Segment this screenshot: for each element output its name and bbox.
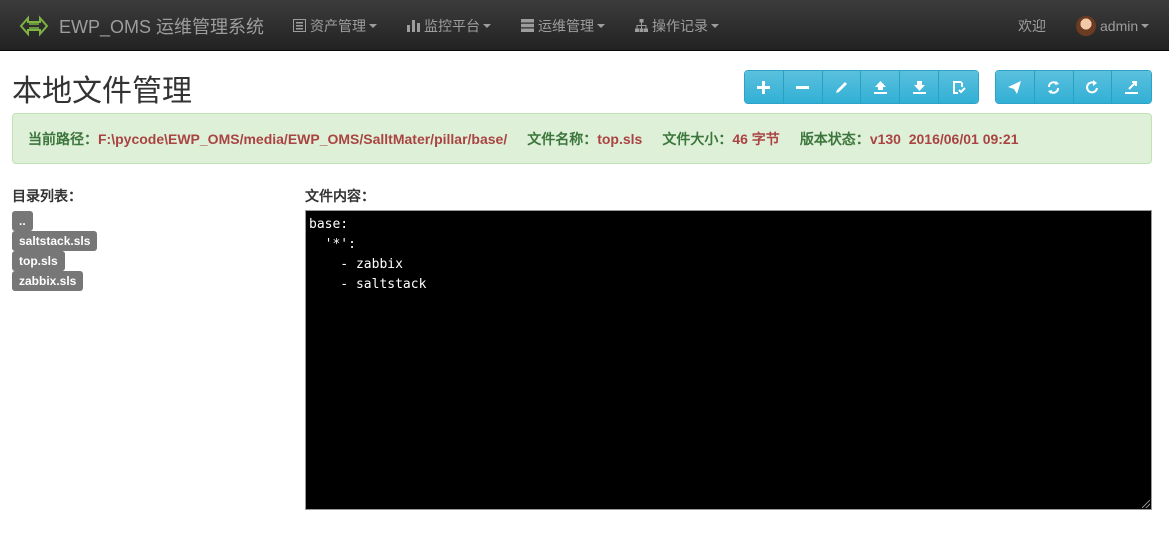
bar-chart-icon	[407, 20, 420, 32]
menu-assets-label: 资产管理	[310, 17, 366, 34]
code-line: '*':	[309, 237, 356, 252]
code-line: - saltstack	[309, 277, 427, 292]
send-icon	[1008, 80, 1022, 94]
menu-logs[interactable]: 操作记录	[635, 0, 719, 51]
file-action-toolbar	[744, 70, 979, 104]
code-line: - zabbix	[309, 257, 403, 272]
chevron-down-icon	[1141, 23, 1150, 28]
save-file-button[interactable]	[939, 71, 978, 103]
menu-logs-label: 操作记录	[652, 17, 708, 34]
file-content-title: 文件内容：	[305, 188, 375, 204]
edit-file-button[interactable]	[822, 71, 862, 103]
export-button[interactable]	[1112, 71, 1151, 103]
sync-icon	[1048, 80, 1060, 94]
chevron-down-icon	[597, 23, 605, 28]
chevron-down-icon	[483, 23, 491, 28]
dir-item-zabbix[interactable]: zabbix.sls	[12, 271, 84, 291]
menu-monitor[interactable]: 监控平台	[407, 0, 491, 51]
dir-item-top[interactable]: top.sls	[12, 251, 65, 271]
version-label: 版本状态：	[799, 130, 870, 147]
dir-list: .. saltstack.sls top.sls zabbix.sls	[12, 211, 98, 291]
welcome-text: 欢迎	[1018, 0, 1046, 51]
path-value: F:\pycode\EWP_OMS/media/EWP_OMS/SalltMat…	[98, 130, 508, 147]
size-label: 文件大小：	[662, 130, 733, 147]
logo-icon	[19, 14, 49, 37]
menu-ops-label: 运维管理	[538, 17, 594, 34]
file-content-editor[interactable]: base: '*': - zabbix - saltstack	[305, 210, 1152, 510]
welcome-label: 欢迎	[1018, 17, 1046, 34]
menu-ops[interactable]: 运维管理	[521, 0, 605, 51]
file-info-bar: 当前路径： F:\pycode\EWP_OMS/media/EWP_OMS/Sa…	[12, 113, 1152, 164]
send-button[interactable]	[996, 71, 1035, 103]
brand-title: EWP_OMS 运维管理系统	[59, 16, 265, 37]
code-line: base:	[309, 217, 349, 232]
top-navbar: EWP_OMS 运维管理系统 资产管理 监控平台 运维管理 操作记录 欢迎 ad…	[0, 0, 1169, 51]
refresh-icon	[1085, 79, 1098, 93]
sync-button[interactable]	[1034, 71, 1074, 103]
pencil-icon	[836, 81, 848, 93]
menu-monitor-label: 监控平台	[424, 17, 480, 34]
upload-icon	[873, 80, 887, 94]
page-title: 本地文件管理	[12, 75, 192, 108]
download-file-button[interactable]	[900, 71, 940, 103]
download-icon	[912, 80, 926, 94]
save-check-icon	[953, 80, 966, 94]
upload-file-button[interactable]	[861, 71, 901, 103]
delete-file-button[interactable]	[783, 71, 823, 103]
name-label: 文件名称：	[527, 130, 598, 147]
chevron-down-icon	[369, 23, 377, 28]
server-icon	[521, 19, 534, 32]
sitemap-icon	[635, 19, 648, 32]
version-value: v130 2016/06/01 09:21	[869, 130, 1019, 147]
dir-item-parent[interactable]: ..	[12, 211, 33, 231]
name-value: top.sls	[597, 130, 643, 147]
minus-icon	[796, 85, 810, 89]
chevron-down-icon	[711, 23, 719, 28]
add-file-button[interactable]	[745, 71, 784, 103]
resize-handle[interactable]	[1142, 500, 1150, 508]
list-alt-icon	[293, 19, 306, 32]
plus-icon	[757, 80, 771, 94]
dir-item-saltstack[interactable]: saltstack.sls	[12, 231, 98, 251]
user-name: admin	[1100, 17, 1139, 34]
avatar	[1076, 15, 1096, 36]
menu-assets[interactable]: 资产管理	[293, 0, 377, 51]
export-icon	[1125, 80, 1139, 94]
brand[interactable]: EWP_OMS 运维管理系统	[15, 0, 264, 51]
user-menu[interactable]: admin	[1076, 0, 1150, 51]
path-label: 当前路径：	[28, 130, 98, 147]
refresh-button[interactable]	[1073, 71, 1113, 103]
dir-list-title: 目录列表：	[12, 188, 82, 204]
sync-toolbar	[995, 70, 1152, 104]
size-value: 46 字节	[732, 130, 780, 147]
